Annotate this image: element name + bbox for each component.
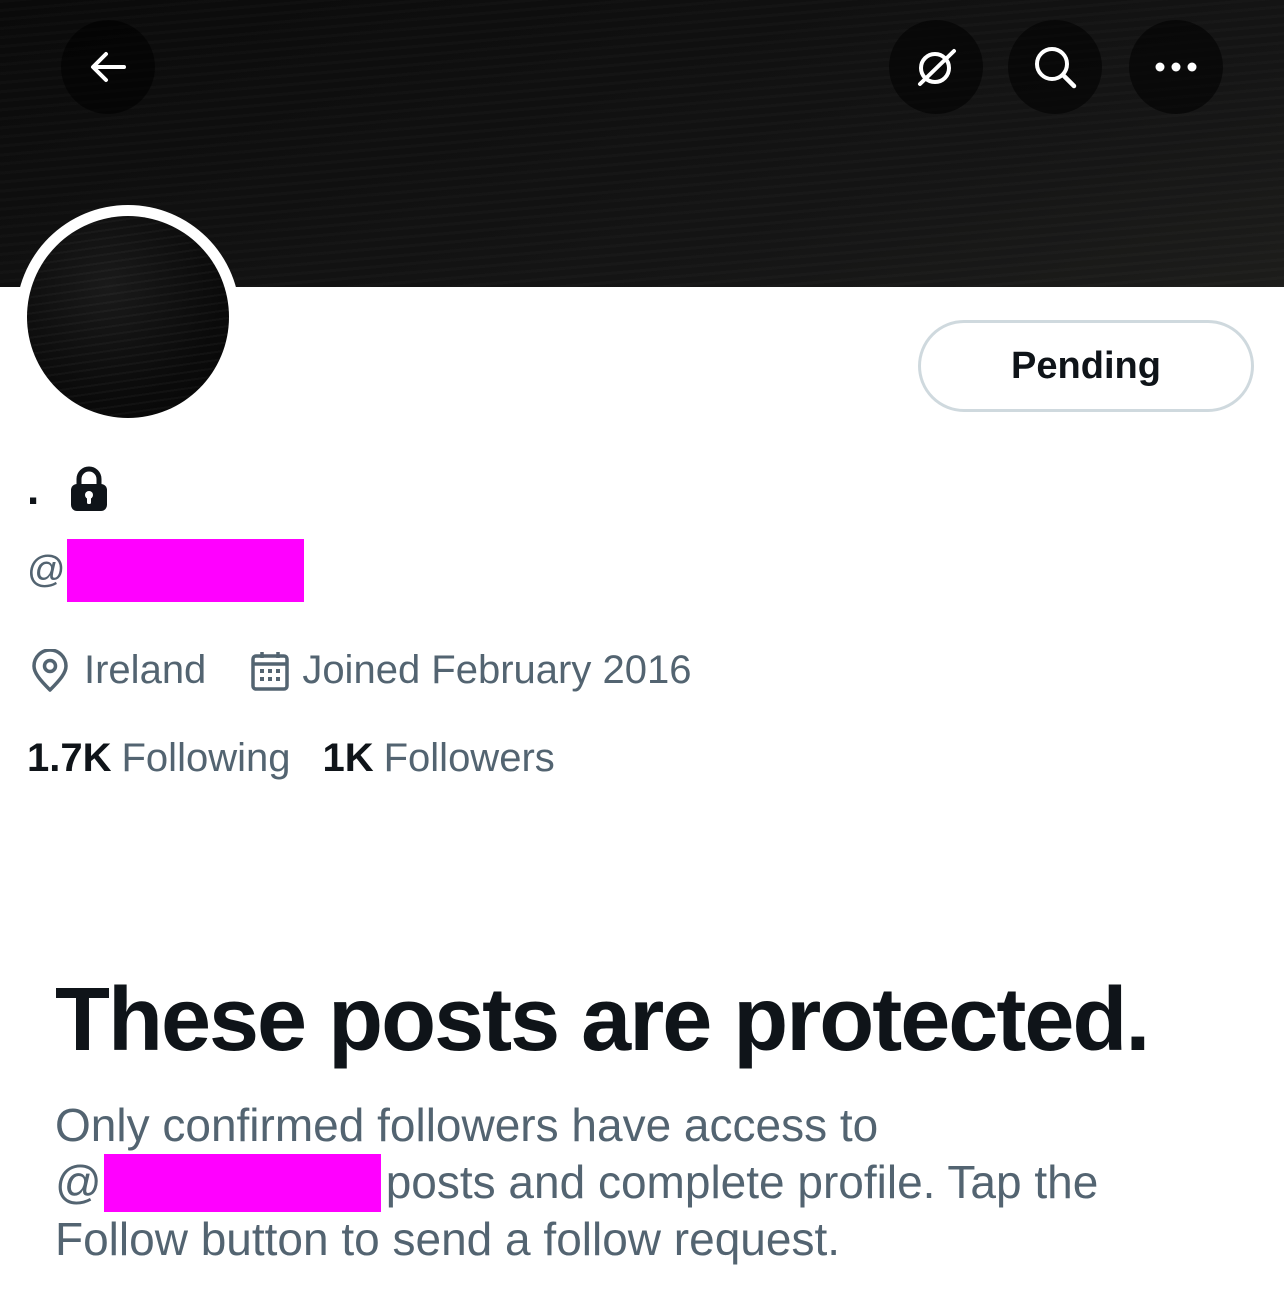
notice-line-2: @ posts and complete profile. Tap the bbox=[55, 1153, 1235, 1212]
grok-icon bbox=[918, 49, 956, 86]
follow-stats: 1.7K Following 1K Followers bbox=[27, 736, 555, 781]
notice-at-sign: @ bbox=[55, 1156, 102, 1208]
calendar-icon bbox=[251, 651, 290, 691]
handle-at-sign: @ bbox=[27, 548, 66, 591]
location-pin-icon bbox=[32, 648, 68, 692]
notice-line-3: Follow button to send a follow request. bbox=[55, 1213, 841, 1265]
following-link[interactable]: 1.7K Following bbox=[27, 736, 290, 781]
location-text: Ireland bbox=[84, 648, 207, 692]
more-options-button[interactable] bbox=[1129, 20, 1223, 114]
handle: @ bbox=[27, 538, 304, 602]
back-button[interactable] bbox=[61, 20, 155, 114]
followers-link[interactable]: 1K Followers bbox=[322, 736, 554, 781]
display-name: . bbox=[27, 465, 40, 514]
search-icon bbox=[1035, 47, 1077, 89]
arrow-left-icon bbox=[91, 52, 126, 82]
following-label: Following bbox=[121, 736, 291, 780]
redacted-handle-inline bbox=[103, 1153, 381, 1212]
lock-icon bbox=[71, 466, 108, 511]
followers-count: 1K bbox=[322, 736, 374, 780]
protected-notice-body: Only confirmed followers have access to … bbox=[55, 1097, 1235, 1268]
pending-follow-button[interactable]: Pending bbox=[918, 320, 1254, 412]
search-button[interactable] bbox=[1008, 20, 1102, 114]
avatar[interactable] bbox=[27, 216, 229, 418]
following-count: 1.7K bbox=[27, 736, 112, 780]
joined-date: Joined February 2016 bbox=[302, 648, 692, 692]
notice-line-2-text: posts and complete profile. Tap the bbox=[385, 1156, 1099, 1208]
avatar-frame bbox=[16, 205, 240, 429]
display-name-row: . bbox=[27, 462, 109, 518]
grok-button[interactable] bbox=[889, 20, 983, 114]
redacted-handle bbox=[66, 538, 304, 602]
notice-line-1: Only confirmed followers have access to bbox=[55, 1099, 879, 1151]
followers-label: Followers bbox=[383, 736, 555, 780]
more-horizontal-icon bbox=[1155, 62, 1197, 72]
protected-notice-title: These posts are protected. bbox=[55, 970, 1150, 1070]
profile-meta: Ireland Joined February 2016 bbox=[30, 648, 691, 693]
